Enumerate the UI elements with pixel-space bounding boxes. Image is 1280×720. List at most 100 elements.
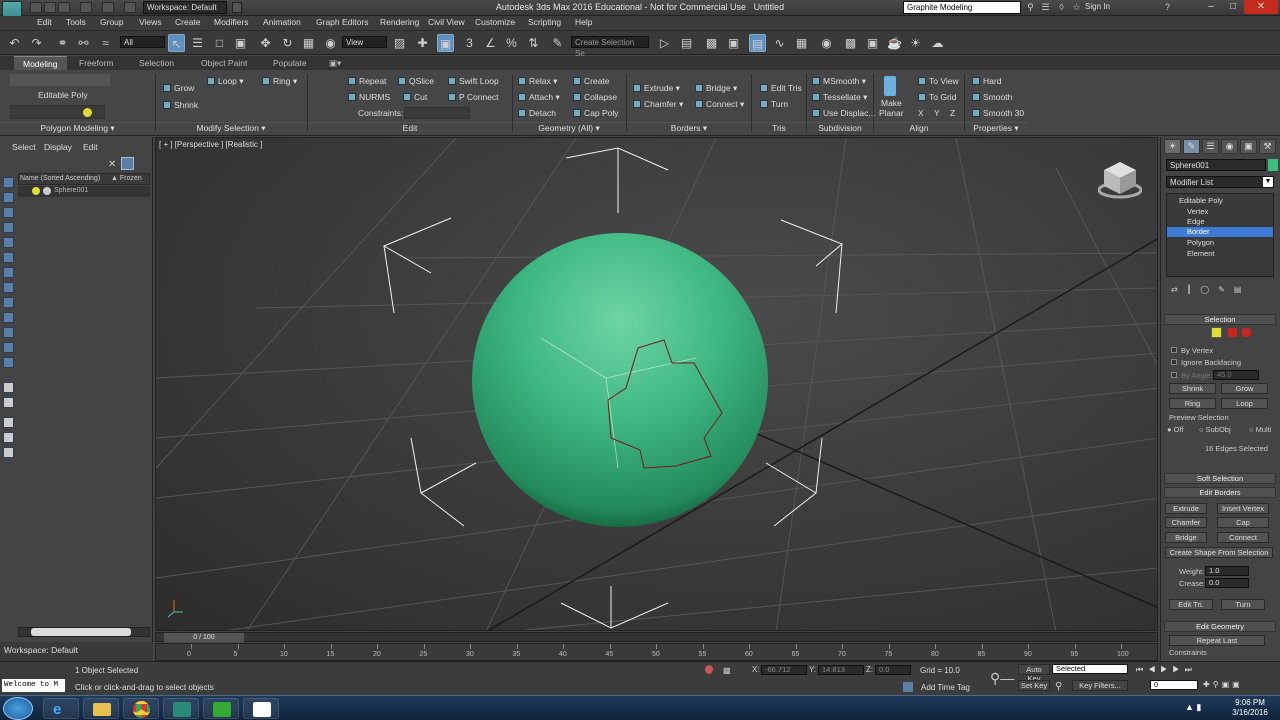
qslice-button[interactable]: QSlice: [398, 76, 434, 86]
menu-modifiers[interactable]: Modifiers: [214, 17, 248, 27]
reference-coordinate-dropdown[interactable]: View: [342, 36, 387, 48]
time-slider[interactable]: 0 / 100: [155, 632, 1158, 642]
use-displacement-button[interactable]: Use Displac...: [812, 108, 875, 118]
loop-button[interactable]: Loop ▾: [207, 76, 244, 87]
edit-tri-button[interactable]: Edit Tri.: [1169, 599, 1213, 610]
stack-item-element[interactable]: Element: [1167, 249, 1273, 259]
menu-customize[interactable]: Customize: [475, 17, 515, 27]
menu-scripting[interactable]: Scripting: [528, 17, 561, 27]
close-icon[interactable]: ✕: [108, 159, 116, 170]
render-production-icon[interactable]: ☕: [886, 34, 903, 52]
favorites-icon[interactable]: ☆: [1071, 2, 1082, 13]
grow-button[interactable]: Grow: [1221, 383, 1268, 394]
selection-region-icon[interactable]: □: [211, 34, 228, 52]
panel-tris[interactable]: Tris: [752, 122, 806, 135]
curve-editor-icon[interactable]: ∿: [771, 34, 788, 52]
display-all-icon[interactable]: [3, 382, 14, 393]
tab-populate[interactable]: Populate: [264, 56, 316, 70]
edit-named-selection-icon[interactable]: ✎: [549, 34, 566, 52]
menu-edit[interactable]: Edit: [37, 17, 52, 27]
relax-button[interactable]: Relax ▾: [518, 76, 557, 87]
menu-animation[interactable]: Animation: [263, 17, 301, 27]
subobject-selection-icons[interactable]: [1191, 327, 1251, 338]
explorer-tab-display[interactable]: Display: [44, 142, 72, 152]
preview-off-radio[interactable]: ● Off: [1167, 425, 1184, 434]
named-selection-dropdown[interactable]: Create Selection Se: [571, 36, 649, 58]
ring-button[interactable]: Ring ▾: [262, 76, 297, 87]
element-mode-icon[interactable]: [1242, 328, 1251, 337]
snaps-toggle-icon[interactable]: 3: [461, 34, 478, 52]
column-name[interactable]: Name (Sorted Ascending): [20, 175, 100, 182]
menu-rendering[interactable]: Rendering: [380, 17, 419, 27]
align-z-button[interactable]: Z: [950, 108, 955, 118]
display-none-icon[interactable]: [3, 177, 14, 188]
camtasia-recorder-icon[interactable]: [243, 698, 279, 719]
place-icon[interactable]: ◉: [322, 34, 339, 52]
save-file-icon[interactable]: [58, 2, 70, 13]
menu-civil-view[interactable]: Civil View: [428, 17, 465, 27]
constraint-buttons[interactable]: [404, 107, 470, 119]
smooth-30-button[interactable]: Smooth 30: [972, 108, 1024, 118]
angle-snap-icon[interactable]: ∠: [482, 34, 499, 52]
create-shape-button[interactable]: Create Shape From Selection: [1165, 547, 1273, 558]
toggle-ribbon-icon[interactable]: ▣: [725, 34, 742, 52]
to-view-button[interactable]: To View: [918, 76, 959, 86]
bind-space-warp-icon[interactable]: ≈: [97, 34, 114, 52]
subscription-icon[interactable]: ☰: [1040, 2, 1051, 13]
file-explorer-icon[interactable]: [83, 698, 119, 719]
lock-icon[interactable]: ▩: [723, 666, 731, 675]
maxscript-listener[interactable]: Welcome to M: [2, 679, 65, 692]
turn-button[interactable]: Turn: [760, 99, 788, 109]
collapse-button[interactable]: Collapse: [573, 92, 617, 102]
project-folder-icon[interactable]: [124, 2, 136, 13]
menu-views[interactable]: Views: [139, 17, 162, 27]
panel-subdivision[interactable]: Subdivision: [807, 122, 873, 135]
menu-help[interactable]: Help: [575, 17, 592, 27]
connect-button[interactable]: Connect: [1217, 532, 1269, 543]
hierarchy-icon[interactable]: [3, 447, 14, 458]
start-button[interactable]: [3, 697, 33, 720]
p-connect-button[interactable]: P Connect: [448, 92, 499, 102]
display-tab-icon[interactable]: ▣: [1240, 139, 1257, 154]
x-coordinate-field[interactable]: -66.712: [761, 665, 807, 675]
extrude-button[interactable]: Extrude: [1165, 503, 1207, 514]
list-item[interactable]: Sphere001: [18, 186, 150, 197]
add-time-tag[interactable]: Add Time Tag: [921, 683, 970, 692]
subobject-level-buttons[interactable]: [10, 74, 110, 86]
turn-button[interactable]: Turn: [1221, 599, 1265, 610]
manipulate-icon[interactable]: ✚: [414, 34, 431, 52]
cut-button[interactable]: Cut: [403, 92, 427, 102]
insert-vertex-button[interactable]: Insert Vertex: [1217, 503, 1269, 514]
system-clock[interactable]: 9:06 PM 3/16/2016: [1222, 698, 1278, 718]
link-icon[interactable]: ⚭: [54, 34, 71, 52]
utilities-tab-icon[interactable]: ⚒: [1259, 139, 1276, 154]
bridge-button[interactable]: Bridge ▾: [695, 83, 737, 94]
display-geometry-icon[interactable]: [3, 192, 14, 203]
object-color-swatch[interactable]: [1268, 159, 1278, 171]
rendered-frame-window-icon[interactable]: ▣: [864, 34, 881, 52]
smooth-button[interactable]: Smooth: [972, 92, 1012, 102]
repeat-button[interactable]: Repeat: [348, 76, 386, 86]
ie-icon[interactable]: e: [43, 698, 79, 719]
weight-field[interactable]: 1.0: [1205, 566, 1249, 576]
find-icon[interactable]: [3, 432, 14, 443]
stack-tools[interactable]: ⇄ ┃ ◯ ✎ ▤: [1171, 285, 1271, 295]
display-space-warps-icon[interactable]: [3, 267, 14, 278]
search-icon[interactable]: ⚲: [1025, 2, 1036, 13]
scroll-thumb[interactable]: [31, 628, 131, 636]
stack-item-edge[interactable]: Edge: [1167, 217, 1273, 227]
align-y-button[interactable]: Y: [934, 108, 940, 118]
tab-modeling[interactable]: Modeling: [14, 56, 67, 70]
percent-snap-icon[interactable]: %: [503, 34, 520, 52]
panel-align[interactable]: Align: [874, 122, 964, 135]
rotate-icon[interactable]: ↻: [279, 34, 296, 52]
to-grid-button[interactable]: To Grid: [918, 92, 956, 102]
nurms-button[interactable]: NURMS: [348, 92, 390, 102]
rollout-selection[interactable]: Selection: [1164, 314, 1276, 325]
search-input[interactable]: Graphite Modeling: [903, 1, 1021, 14]
create-tab-icon[interactable]: ☀: [1164, 139, 1181, 154]
stack-item-editable-poly[interactable]: Editable Poly: [1167, 196, 1273, 206]
display-containers-icon[interactable]: [3, 327, 14, 338]
connect-button[interactable]: Connect ▾: [695, 99, 744, 110]
key-mode-dropdown[interactable]: Selected: [1052, 664, 1128, 674]
